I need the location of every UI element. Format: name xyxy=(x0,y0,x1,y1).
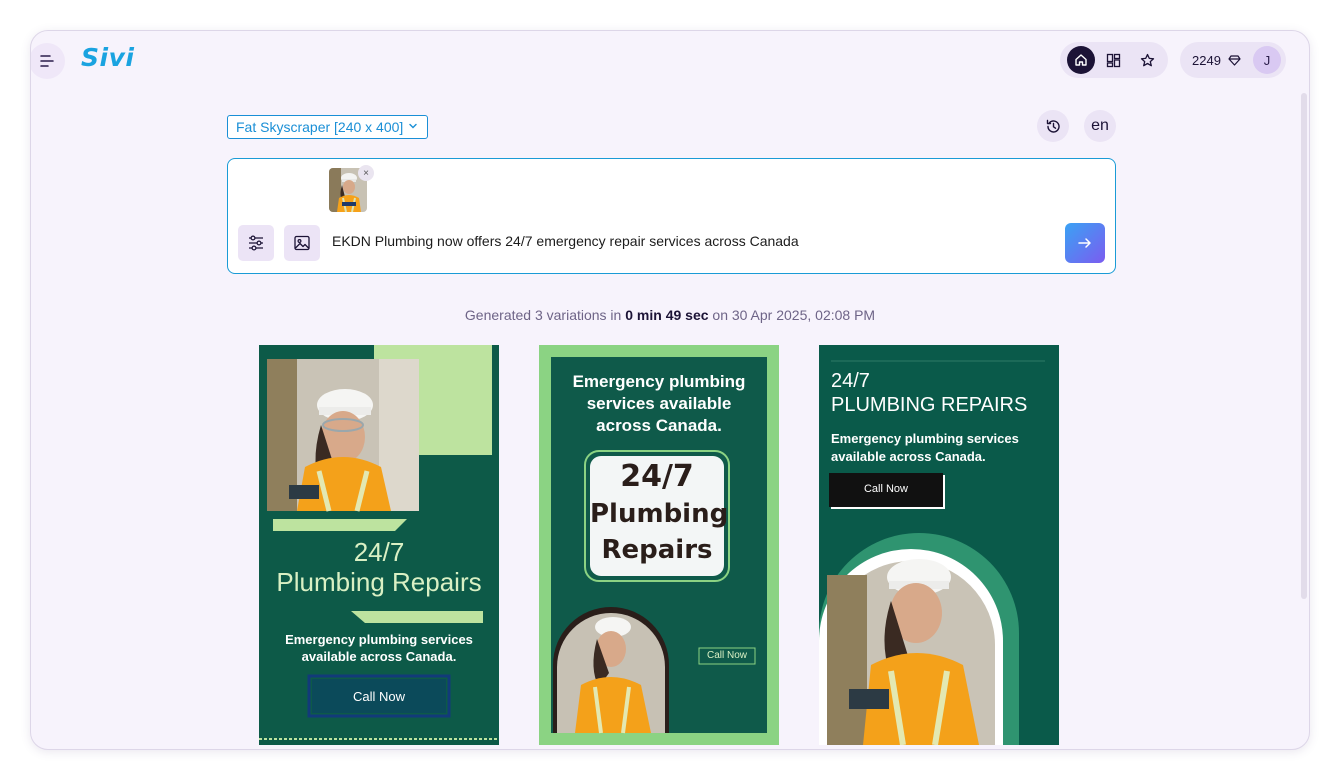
ad1-headline-a: 24/7 xyxy=(353,537,405,567)
ad-size-select[interactable]: Fat Skyscraper [240 x 400] xyxy=(227,115,428,139)
ad2-headline-c: Repairs xyxy=(601,535,713,565)
ad3-headline-b: PLUMBING REPAIRS xyxy=(831,394,1028,416)
language-label: en xyxy=(1091,117,1109,134)
sivi-logo[interactable]: Sivi xyxy=(81,43,134,72)
grid-icon xyxy=(1107,53,1121,67)
ad3-headline-a: 24/7 xyxy=(831,370,870,392)
chevron-down-icon xyxy=(409,123,417,129)
ad3-body: Emergency plumbing services available ac… xyxy=(831,431,1019,464)
status-duration: 0 min 49 sec xyxy=(625,307,709,323)
status-suffix: on 30 Apr 2025, 02:08 PM xyxy=(712,307,876,323)
top-bar: Sivi 2249 J xyxy=(31,31,1309,91)
ad2-headline-b: Plumbing xyxy=(590,499,729,529)
sliders-icon xyxy=(249,235,263,251)
ad1-body: Emergency plumbing services available ac… xyxy=(285,632,473,664)
history-icon xyxy=(1046,119,1060,133)
menu-button[interactable] xyxy=(31,43,65,79)
settings-button[interactable] xyxy=(238,225,274,261)
menu-icon xyxy=(40,55,54,67)
star-icon xyxy=(1140,53,1154,66)
history-button[interactable] xyxy=(1037,110,1069,142)
close-icon: × xyxy=(363,167,369,179)
image-icon xyxy=(294,235,310,251)
status-prefix: Generated 3 variations in xyxy=(464,307,622,323)
nav-group xyxy=(1060,42,1168,78)
ad1-cta[interactable]: Call Now xyxy=(312,689,446,704)
ad-variation-3[interactable]: 24/7 PLUMBING REPAIRS Emergency plumbing… xyxy=(819,345,1059,745)
gem-icon xyxy=(1228,54,1241,66)
ad2-cta[interactable]: Call Now xyxy=(699,650,755,661)
prompt-input[interactable]: EKDN Plumbing now offers 24/7 emergency … xyxy=(332,233,799,249)
home-icon xyxy=(1074,54,1087,66)
prompt-box: × EKDN Plumbing now offers 24/7 emergenc… xyxy=(227,158,1116,274)
ad2-body: Emergency plumbing services available ac… xyxy=(572,372,746,435)
home-button[interactable] xyxy=(1066,46,1095,74)
ad-size-value: Fat Skyscraper [240 x 400] xyxy=(236,119,404,135)
credits-pill[interactable]: 2249 J xyxy=(1180,42,1286,78)
add-image-button[interactable] xyxy=(284,225,320,261)
app-window: Sivi 2249 J Fat Skyscraper [240 x 400] e… xyxy=(30,30,1310,750)
ad1-headline-b: Plumbing Repairs xyxy=(276,567,482,597)
remove-image-button[interactable]: × xyxy=(358,165,374,181)
scrollbar[interactable] xyxy=(1301,93,1307,599)
ad3-cta[interactable]: Call Now xyxy=(829,483,943,495)
ad2-headline-a: 24/7 xyxy=(620,459,694,494)
user-avatar[interactable]: J xyxy=(1253,46,1281,74)
favorites-button[interactable] xyxy=(1133,46,1161,74)
ad-variation-2[interactable]: Emergency plumbing services available ac… xyxy=(539,345,779,745)
generate-button[interactable] xyxy=(1065,223,1105,263)
arrow-right-icon xyxy=(1078,238,1091,248)
credits-count: 2249 xyxy=(1192,52,1221,68)
ad-variation-1[interactable]: 24/7 Plumbing Repairs Emergency plumbing… xyxy=(259,345,499,745)
designs-button[interactable] xyxy=(1100,46,1128,74)
language-button[interactable]: en xyxy=(1084,110,1116,142)
generation-status: Generated 3 variations in 0 min 49 sec o… xyxy=(31,307,1309,323)
